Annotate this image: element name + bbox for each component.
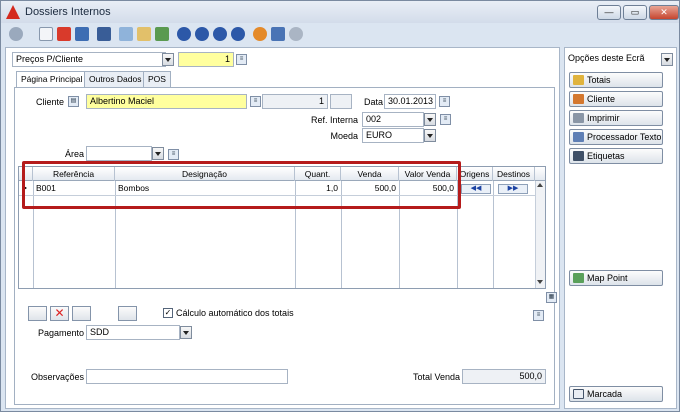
destinos-arrow-icon[interactable]: ▶▶: [498, 184, 528, 194]
moeda-label: Moeda: [330, 131, 358, 141]
shield-icon[interactable]: [253, 27, 267, 41]
cliente-button[interactable]: Cliente: [569, 91, 663, 107]
search-icon[interactable]: [9, 27, 23, 41]
minimize-button[interactable]: —: [597, 5, 621, 20]
moeda-select[interactable]: EURO: [362, 128, 424, 143]
imprimir-button[interactable]: Imprimir: [569, 110, 663, 126]
line-tools-button[interactable]: [72, 306, 91, 321]
totals-lookup-icon[interactable]: ≡: [533, 310, 544, 321]
book-icon[interactable]: [119, 27, 133, 41]
new-document-icon[interactable]: [39, 27, 53, 41]
totals-icon: [573, 75, 584, 85]
total-venda-label: Total Venda: [412, 372, 460, 382]
add-line-button[interactable]: [28, 306, 47, 321]
area-lookup-icon[interactable]: ≡: [168, 149, 179, 160]
next-record-icon[interactable]: [213, 27, 227, 41]
data-label: Data: [364, 97, 384, 107]
cliente-field[interactable]: Albertino Maciel: [86, 94, 247, 109]
date-field[interactable]: 30.01.2013: [384, 94, 436, 109]
scroll-up-icon[interactable]: [537, 183, 543, 187]
auto-calc-label: Cálculo automático dos totais: [176, 308, 294, 318]
cliente-number-field: 1: [262, 94, 328, 109]
area-dropdown-button[interactable]: [152, 147, 164, 160]
options-panel: Opções deste Ecrã Totais Cliente Imprimi…: [564, 47, 677, 409]
options-select[interactable]: Opções deste Ecrã: [565, 52, 661, 67]
label-icon: [573, 151, 584, 161]
area-select[interactable]: [86, 146, 152, 161]
moeda-dropdown-button[interactable]: [424, 129, 436, 142]
text-editor-icon: [573, 132, 584, 142]
copy-icon[interactable]: [75, 27, 89, 41]
client-card-icon[interactable]: ▤: [68, 96, 79, 107]
previous-record-icon[interactable]: [195, 27, 209, 41]
highlight-box: [22, 161, 461, 209]
map-point-button[interactable]: Map Point: [569, 270, 663, 286]
help-icon[interactable]: [271, 27, 285, 41]
table-scrollbar[interactable]: [535, 181, 545, 288]
delete-line-button[interactable]: ✕: [50, 306, 69, 321]
total-venda-field: 500,0: [462, 369, 546, 384]
folder-icon[interactable]: [137, 27, 151, 41]
doc-type-dropdown-button[interactable]: [162, 53, 174, 66]
column-header-destinos[interactable]: Destinos: [493, 167, 535, 181]
date-lookup-icon[interactable]: ≡: [439, 96, 450, 107]
cliente-lookup-icon[interactable]: ≡: [250, 96, 261, 107]
user-icon: [573, 94, 584, 104]
ref-interna-lookup-icon[interactable]: ≡: [440, 114, 451, 125]
ref-interna-label: Ref. Interna: [310, 115, 358, 125]
marcada-button[interactable]: Marcada: [569, 386, 663, 402]
auto-calc-checkbox[interactable]: ✓: [163, 308, 173, 318]
window-title: Dossiers Internos: [25, 6, 111, 18]
map-icon: [573, 273, 584, 283]
title-bar: Dossiers Internos — ▭ ✕: [1, 1, 679, 23]
area-label: Área: [64, 149, 84, 159]
gear-icon[interactable]: [289, 27, 303, 41]
cliente-label: Cliente: [35, 97, 64, 107]
tab-outros-dados[interactable]: Outros Dados: [84, 71, 147, 87]
observacoes-field[interactable]: [86, 369, 288, 384]
etiquetas-button[interactable]: Etiquetas: [569, 148, 663, 164]
ref-interna-select[interactable]: 002: [362, 112, 424, 127]
scroll-down-icon[interactable]: [537, 280, 543, 284]
observacoes-label: Observações: [30, 372, 84, 382]
tab-pos[interactable]: POS: [143, 71, 171, 87]
table-options-icon[interactable]: ▦: [546, 292, 557, 303]
line-copy-button[interactable]: [118, 306, 137, 321]
pagamento-label: Pagamento: [37, 328, 84, 338]
totais-button[interactable]: Totais: [569, 72, 663, 88]
pagamento-dropdown-button[interactable]: [180, 326, 192, 339]
main-content: Preços P/Cliente 1 ≡ Página Principal Ou…: [5, 47, 560, 409]
calculator-icon[interactable]: [97, 27, 111, 41]
delete-icon[interactable]: [57, 27, 71, 41]
tab-pagina-principal[interactable]: Página Principal: [16, 71, 88, 88]
first-record-icon[interactable]: [177, 27, 191, 41]
pagamento-select[interactable]: SDD: [86, 325, 180, 340]
app-logo-icon: [6, 5, 20, 19]
origens-arrow-icon[interactable]: ◀◀: [461, 184, 491, 194]
printer-icon: [573, 113, 584, 123]
close-button[interactable]: ✕: [649, 5, 679, 20]
cliente-extra-field: [330, 94, 352, 109]
maximize-button[interactable]: ▭: [623, 5, 647, 20]
toolbar: [5, 25, 677, 45]
window: Dossiers Internos — ▭ ✕ Preços P/Cliente…: [0, 0, 680, 412]
column-header-origens[interactable]: Origens: [457, 167, 493, 181]
options-dropdown-button[interactable]: [661, 53, 673, 66]
ref-interna-dropdown-button[interactable]: [424, 113, 436, 126]
sync-icon[interactable]: [155, 27, 169, 41]
doc-number-field[interactable]: 1: [178, 52, 234, 67]
processador-texto-button[interactable]: Processador Texto: [569, 129, 663, 145]
doc-number-lookup-icon[interactable]: ≡: [236, 54, 247, 65]
checkbox-icon: [573, 389, 584, 399]
last-record-icon[interactable]: [231, 27, 245, 41]
doc-type-select[interactable]: Preços P/Cliente: [12, 52, 166, 67]
